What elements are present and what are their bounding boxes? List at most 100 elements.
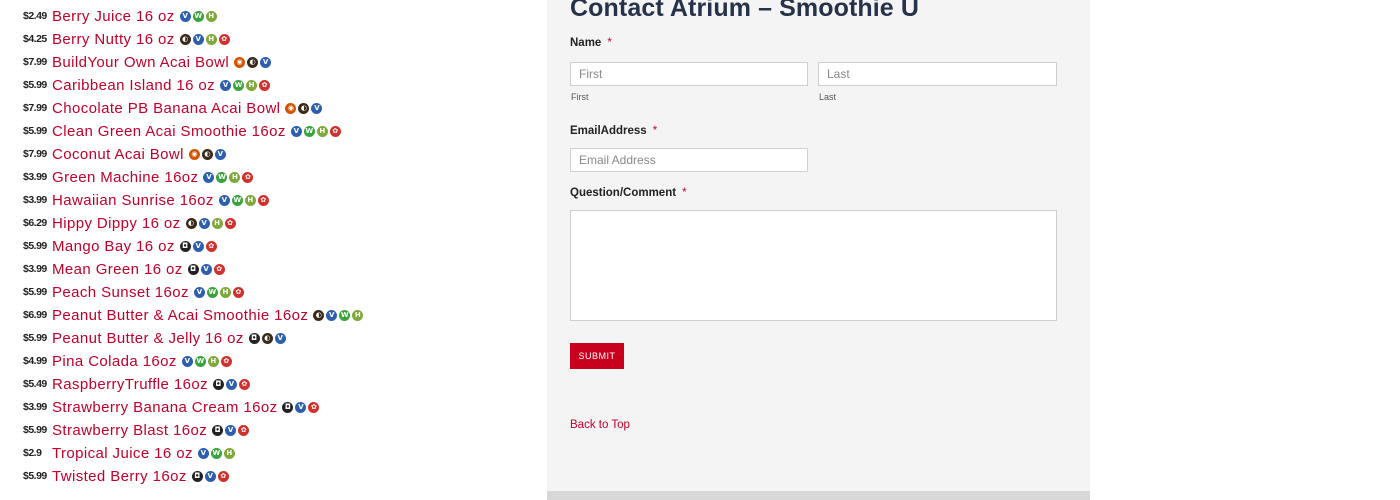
vegan-icon: V <box>192 240 204 252</box>
dairy-free-icon: ✿ <box>257 194 269 206</box>
menu-item-price: $5.99 <box>23 79 47 91</box>
nuts-icon: ◐ <box>201 148 213 160</box>
dietary-icons: ◘ V ✿ <box>179 240 217 252</box>
menu-item-link[interactable]: Coconut Acai Bowl <box>52 146 184 163</box>
spicy-icon: ◉ <box>188 148 200 160</box>
healthy-icon: H <box>207 355 219 367</box>
comment-label: Question/Comment * <box>570 187 687 199</box>
dietary-icons: VWH <box>179 10 217 22</box>
dietary-icons: V W H ✿ <box>203 171 254 183</box>
menu-item-link[interactable]: Peach Sunset 16oz <box>52 284 189 301</box>
menu-item-link[interactable]: Mango Bay 16 oz <box>52 238 175 255</box>
email-field[interactable] <box>570 148 808 172</box>
healthy-icon: H <box>246 79 258 91</box>
dairy-free-icon: ✿ <box>224 217 236 229</box>
nuts-icon: ◐ <box>247 56 259 68</box>
menu-item-link[interactable]: RaspberryTruffle 16oz <box>52 376 208 393</box>
vegan-icon: V <box>311 102 323 114</box>
last-name-input[interactable] <box>818 62 1057 86</box>
first-name-input[interactable] <box>570 62 808 86</box>
dietary-icons: ◘ V ✿ <box>282 401 320 413</box>
menu-item-price: $5.99 <box>23 240 47 252</box>
gluten-free-icon: W <box>303 125 315 137</box>
menu-item-link[interactable]: Peanut Butter & Jelly 16 oz <box>52 330 244 347</box>
menu-item-link[interactable]: Chocolate PB Banana Acai Bowl <box>52 100 280 117</box>
nuts-icon: ◐ <box>313 309 325 321</box>
spicy-icon: ◉ <box>234 56 246 68</box>
vegan-icon: V <box>220 79 232 91</box>
healthy-icon: H <box>223 447 235 459</box>
menu-item: $3.99 Mean Green 16 oz ◘ V ✿ <box>23 259 225 279</box>
menu-item-link[interactable]: Hippy Dippy 16 oz <box>52 215 181 232</box>
menu-item-link[interactable]: Pina Colada 16oz <box>52 353 177 370</box>
vegan-icon: V <box>193 286 205 298</box>
dietary-icons: ◐ V H ✿ <box>185 217 236 229</box>
vegan-icon: V <box>181 355 193 367</box>
menu-item-price: $6.29 <box>23 217 47 229</box>
menu-item-link[interactable]: BuildYour Own Acai Bowl <box>52 54 229 71</box>
menu-item: $7.99 Coconut Acai Bowl ◉ ◐ V <box>23 144 226 164</box>
menu-item-link[interactable]: Green Machine 16oz <box>52 169 198 186</box>
nuts-icon: ◐ <box>179 33 191 45</box>
required-mark: * <box>682 187 687 199</box>
menu-item-price: $2.49 <box>23 10 47 22</box>
dairy-free-icon: ✿ <box>329 125 341 137</box>
menu-item-link[interactable]: Berry Juice 16 oz <box>52 8 175 25</box>
menu-item-link[interactable]: Berry Nutty 16 oz <box>52 31 175 48</box>
vegan-icon: V <box>198 217 210 229</box>
menu-item-price: $5.99 <box>23 286 47 298</box>
dairy-free-icon: ✿ <box>218 33 230 45</box>
gluten-free-icon: W <box>233 79 245 91</box>
contains-dairy-icon: ◘ <box>187 263 199 275</box>
vegan-icon: V <box>179 10 191 22</box>
dietary-icons: ◘ V ✿ <box>191 470 229 482</box>
gluten-free-icon: W <box>216 171 228 183</box>
gluten-free-icon: W <box>231 194 243 206</box>
menu-item-link[interactable]: Hawaiian Sunrise 16oz <box>52 192 214 209</box>
healthy-icon: H <box>205 10 217 22</box>
menu-item-link[interactable]: Peanut Butter & Acai Smoothie 16oz <box>52 307 308 324</box>
menu-item: $6.99 Peanut Butter & Acai Smoothie 16oz ◐… <box>23 305 364 325</box>
dairy-free-icon: ✿ <box>217 470 229 482</box>
menu-item-price: $3.99 <box>23 194 47 206</box>
healthy-icon: H <box>205 33 217 45</box>
back-to-top-link[interactable]: Back to Top <box>570 419 630 431</box>
menu-item: $5.49 RaspberryTruffle 16oz ◘ V ✿ <box>23 374 250 394</box>
dairy-free-icon: ✿ <box>205 240 217 252</box>
menu-item: $2.49 Berry Juice 16 oz V W H <box>23 6 217 26</box>
dietary-icons: ◐ V W H <box>313 309 364 321</box>
menu-item-price: $5.99 <box>23 470 47 482</box>
vegan-icon: V <box>290 125 302 137</box>
menu-item: $4.99 Pina Colada 16oz V W H ✿ <box>23 351 232 371</box>
menu-item-link[interactable]: Strawberry Blast 16oz <box>52 422 207 439</box>
menu-item-link[interactable]: Mean Green 16 oz <box>52 261 183 278</box>
menu-item: $5.99 Twisted Berry 16oz ◘ V ✿ <box>23 466 229 486</box>
dairy-free-icon: ✿ <box>238 424 250 436</box>
menu-item: $4.25 Berry Nutty 16 oz ◐ V H ✿ <box>23 29 230 49</box>
menu-item-link[interactable]: Twisted Berry 16oz <box>52 468 187 485</box>
menu-item-link[interactable]: Tropical Juice 16 oz <box>52 445 193 462</box>
email-label: EmailAddress * <box>570 125 657 137</box>
dairy-free-icon: ✿ <box>259 79 271 91</box>
vegan-icon: V <box>203 171 215 183</box>
vegan-icon: V <box>326 309 338 321</box>
submit-button[interactable]: SUBMIT <box>570 343 624 369</box>
menu-item-price: $3.99 <box>23 263 47 275</box>
contains-dairy-icon: ◘ <box>282 401 294 413</box>
gluten-free-icon: W <box>192 10 204 22</box>
menu-item: $3.99 Hawaiian Sunrise 16oz V W H ✿ <box>23 190 269 210</box>
contains-dairy-icon: ◘ <box>212 378 224 390</box>
dietary-icons: ◘ V ✿ <box>212 378 250 390</box>
menu-item: $5.99 Clean Green Acai Smoothie 16oz V W H ✿ <box>23 121 341 141</box>
comment-textarea[interactable] <box>570 210 1057 321</box>
menu-item: $3.99 Strawberry Banana Cream 16oz ◘ V ✿ <box>23 397 320 417</box>
dietary-icons: ◉ ◐ V <box>234 56 272 68</box>
contains-dairy-icon: ◘ <box>248 332 260 344</box>
menu-item-link[interactable]: Clean Green Acai Smoothie 16oz <box>52 123 286 140</box>
menu-item-link[interactable]: Caribbean Island 16 oz <box>52 77 215 94</box>
healthy-icon: H <box>229 171 241 183</box>
menu-item: $6.29 Hippy Dippy 16 oz ◐ V H ✿ <box>23 213 236 233</box>
menu-item-link[interactable]: Strawberry Banana Cream 16oz <box>52 399 277 416</box>
form-title: Contact Atrium – Smoothie U <box>570 0 920 22</box>
vegan-icon: V <box>200 263 212 275</box>
